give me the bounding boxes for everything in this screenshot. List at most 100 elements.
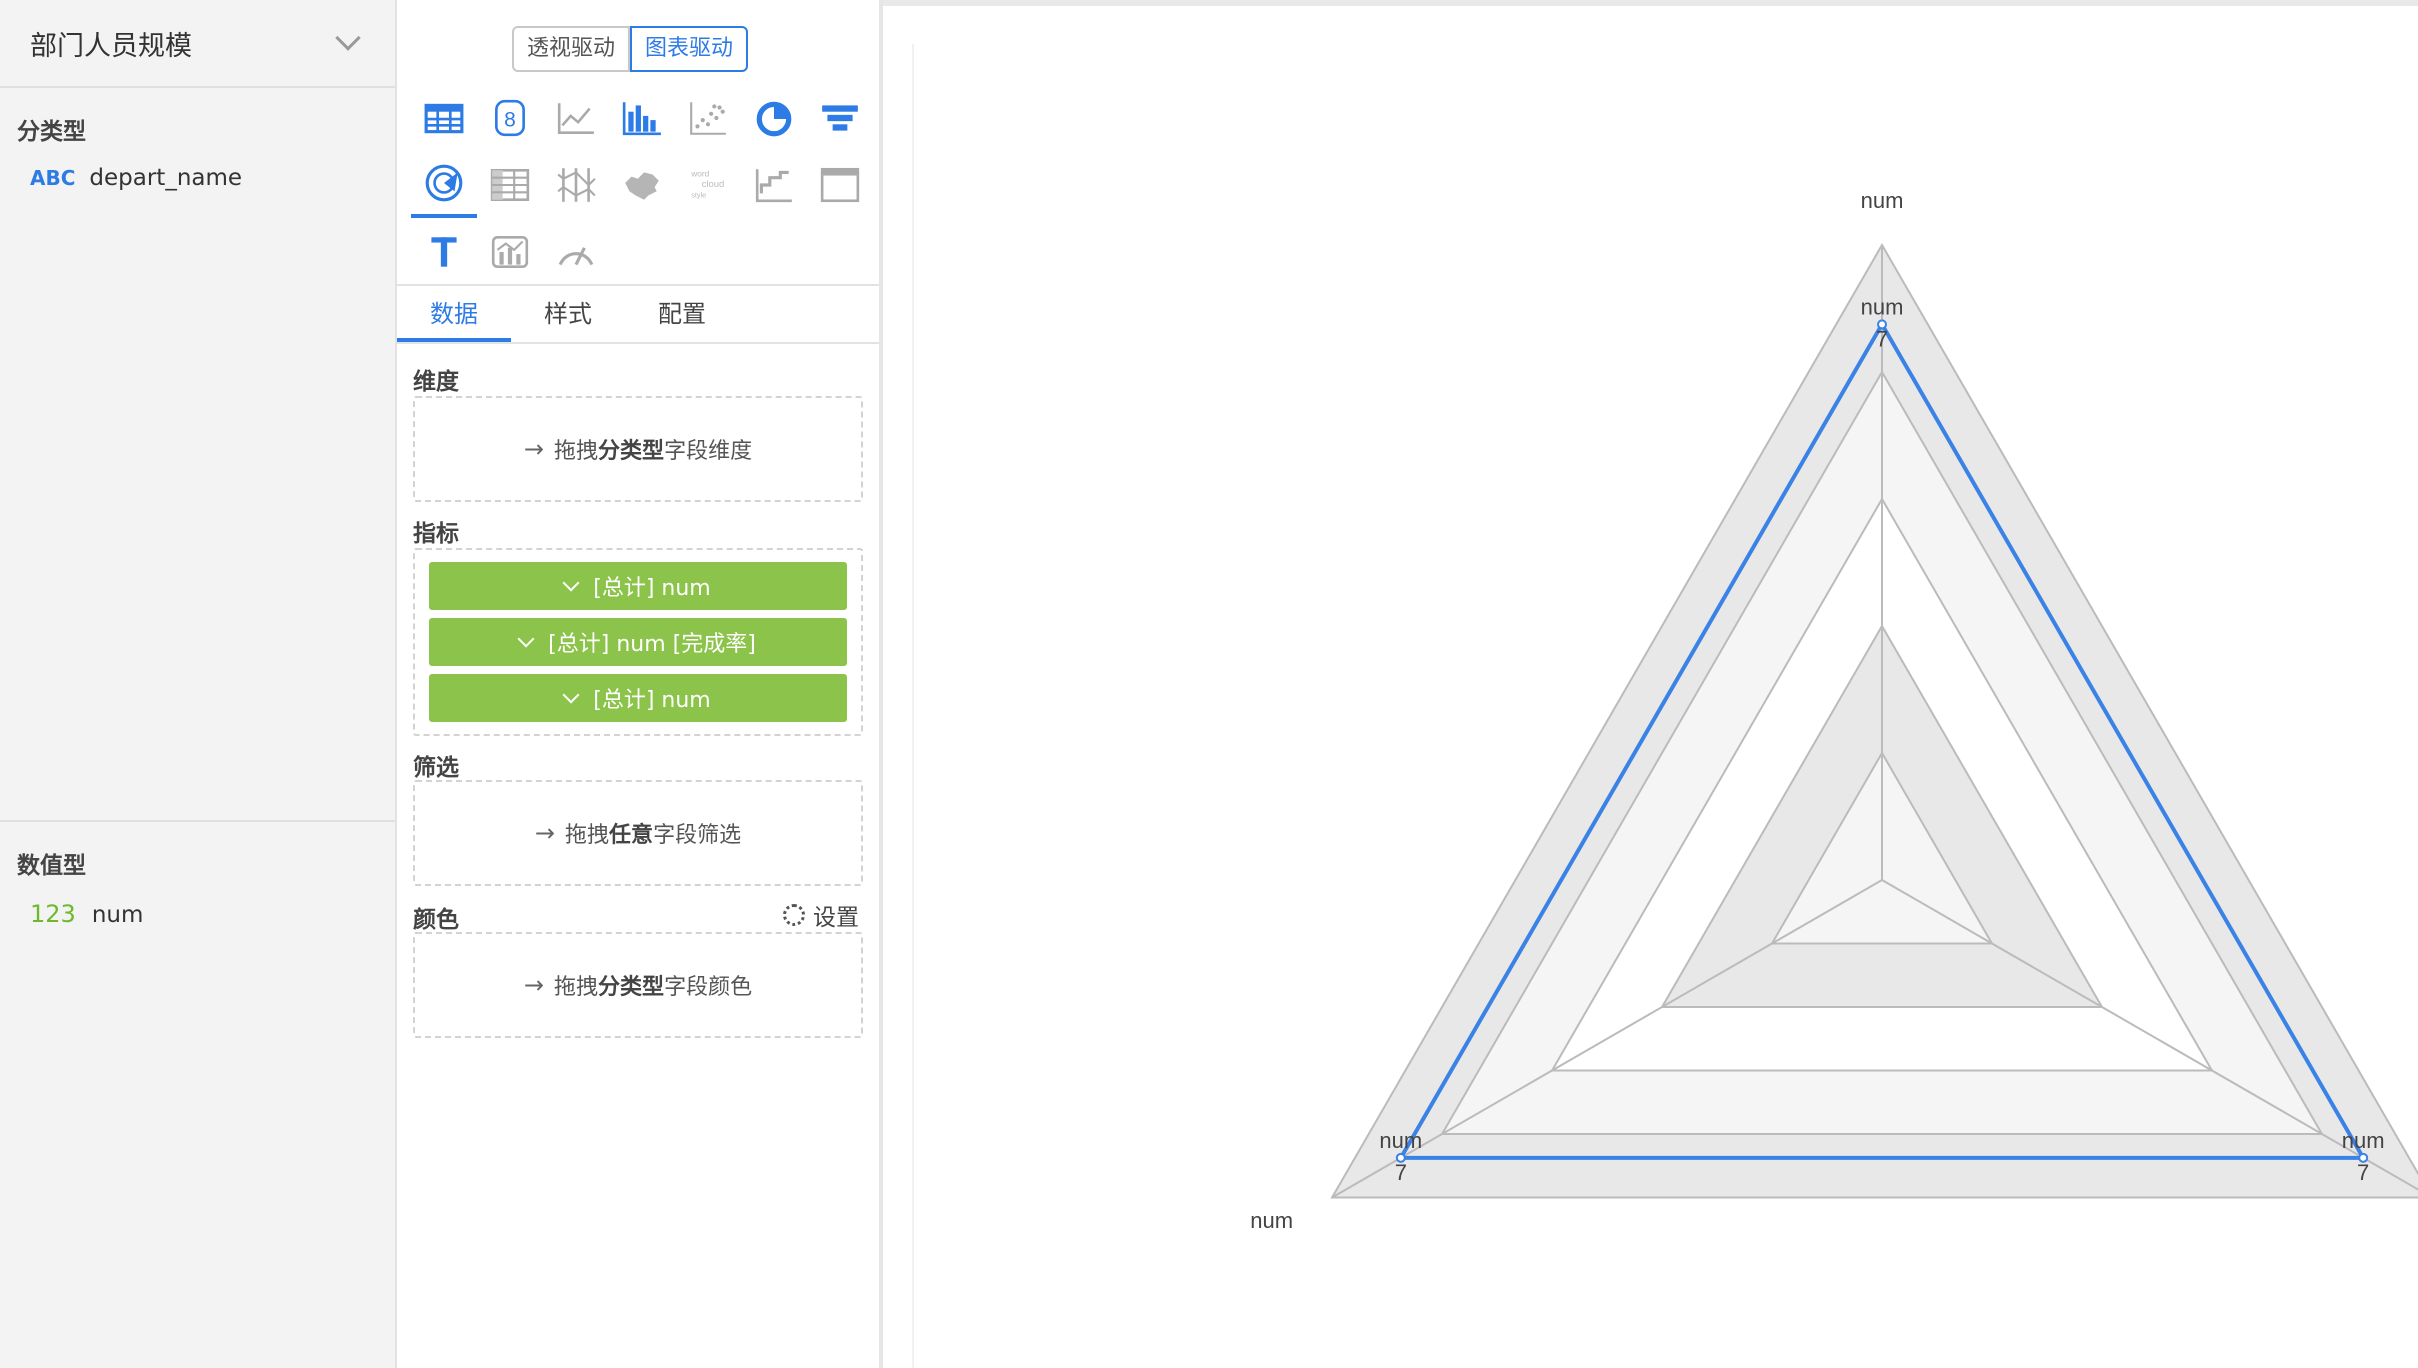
filter-hint-bold: 任意	[609, 823, 654, 848]
color-hint-prefix: 拖拽	[554, 975, 599, 1000]
color-label: 颜色	[413, 907, 459, 933]
frame-icon[interactable]	[807, 151, 873, 218]
pivot-mode-button[interactable]: 透视驱动	[512, 26, 631, 72]
dimension-label: 维度	[413, 369, 459, 395]
metric-label: 指标	[413, 521, 459, 547]
dataset-selector[interactable]: 部门人员规模	[0, 0, 395, 88]
filter-hint-prefix: 拖拽	[565, 823, 610, 848]
radar-point-label: num	[2342, 1128, 2385, 1153]
text-icon[interactable]	[411, 218, 477, 285]
combo-chart-icon[interactable]	[477, 218, 543, 285]
chevron-down-icon[interactable]	[562, 686, 580, 704]
dimension-hint-prefix: 拖拽	[554, 439, 599, 464]
radar-split-line	[1440, 370, 2324, 1135]
radar-series-point	[1877, 319, 1887, 330]
line-chart-icon[interactable]	[543, 84, 609, 151]
filter-label: 筛选	[413, 755, 459, 781]
chevron-down-icon[interactable]	[517, 630, 535, 648]
metric-pill[interactable]: [总计] num	[429, 562, 847, 610]
svg-text:8: 8	[504, 108, 516, 131]
arrow-right-icon: →	[523, 435, 545, 463]
tab-style[interactable]: 样式	[511, 286, 625, 342]
cross-table-icon[interactable]	[477, 151, 543, 218]
radar-point-label: num	[1379, 1128, 1422, 1153]
chevron-down-icon[interactable]	[562, 574, 580, 592]
field-item-num[interactable]: 123 num	[30, 900, 143, 928]
dimension-hint-suffix: 字段维度	[664, 439, 753, 464]
text-type-icon: ABC	[30, 166, 76, 190]
bar-chart-icon[interactable]	[609, 84, 675, 151]
radar-split-area	[1332, 245, 2418, 1198]
measure-section: 数值型 123 num	[0, 820, 395, 928]
radar-split-area	[1772, 753, 1992, 944]
field-name: depart_name	[89, 165, 243, 191]
config-tabs: 数据 样式 配置	[397, 284, 879, 344]
radar-point-label: num	[1861, 294, 1904, 319]
radar-series-line	[1397, 320, 2367, 1160]
radar-series-point	[1395, 1152, 1406, 1163]
chevron-down-icon[interactable]	[335, 25, 361, 51]
metric-drop-zone: [总计] num [总计] num [完成率] [总计] num	[413, 548, 863, 736]
number-type-icon: 123	[30, 900, 76, 928]
radar-split-line	[1660, 624, 2104, 1008]
radar-axis-line	[1331, 879, 1883, 1199]
color-drop-zone[interactable]: → 拖拽 分类型 字段颜色	[413, 932, 863, 1038]
gear-icon	[783, 904, 805, 926]
dataset-name: 部门人员规模	[30, 30, 192, 62]
radar-value-label: 7	[2357, 1160, 2369, 1185]
color-hint-suffix: 字段颜色	[664, 975, 753, 1000]
gauge-icon[interactable]	[543, 218, 609, 285]
svg-text:word: word	[690, 168, 709, 178]
svg-text:style: style	[691, 190, 706, 199]
top-rule	[883, 0, 2418, 6]
radar-indicator-label: num	[1250, 1208, 1293, 1233]
metric-pill-label: [总计] num	[593, 576, 711, 601]
radar-value-label: 7	[1395, 1160, 1407, 1185]
field-item-depart-name[interactable]: ABC depart_name	[30, 165, 242, 191]
color-settings-label: 设置	[813, 905, 859, 931]
filter-hint-suffix: 字段筛选	[653, 823, 742, 848]
radar-series-point	[2358, 1152, 2369, 1163]
tab-data[interactable]: 数据	[397, 286, 511, 342]
arrow-right-icon: →	[534, 819, 556, 847]
field-name: num	[91, 902, 144, 928]
metric-pill-label: [总计] num [完成率]	[548, 632, 756, 657]
china-map-icon[interactable]	[609, 151, 675, 218]
metric-pill[interactable]: [总计] num	[429, 674, 847, 722]
radar-chart-icon[interactable]	[411, 151, 477, 218]
dimension-drop-zone[interactable]: → 拖拽 分类型 字段维度	[413, 396, 863, 502]
config-panel: 透视驱动 图表驱动 8 word cloud style 数据 样式 配置 维度…	[397, 0, 883, 1368]
metric-pill[interactable]: [总计] num [完成率]	[429, 618, 847, 666]
table-icon[interactable]	[411, 84, 477, 151]
radar-split-line	[1770, 751, 1994, 945]
radar-indicator-label: num	[1861, 188, 1904, 213]
color-hint-bold: 分类型	[598, 975, 665, 1000]
word-cloud-icon[interactable]: word cloud style	[675, 151, 741, 218]
field-panel: 部门人员规模 分类型 ABC depart_name 数值型 123 num	[0, 0, 397, 1368]
radar-split-area	[1662, 626, 2102, 1007]
dimension-section-title: 分类型	[17, 119, 86, 145]
radar-axis-line	[1881, 879, 2418, 1191]
pie-chart-icon[interactable]	[741, 84, 807, 151]
radar-split-area	[1442, 372, 2322, 1134]
color-settings-button[interactable]: 设置	[783, 898, 859, 932]
chart-mode-button[interactable]: 图表驱动	[630, 26, 749, 72]
number-card-icon[interactable]: 8	[477, 84, 543, 151]
parallel-icon[interactable]	[543, 151, 609, 218]
chart-type-picker: 8 word cloud style	[411, 84, 873, 285]
arrow-right-icon: →	[523, 971, 545, 999]
measure-section-title: 数值型	[17, 853, 86, 879]
chart-divider	[912, 44, 914, 1368]
radar-value-label: 7	[1876, 326, 1888, 351]
metric-pill-label: [总计] num	[593, 688, 711, 713]
mode-switch: 透视驱动 图表驱动	[512, 26, 749, 72]
tab-config[interactable]: 配置	[625, 286, 739, 342]
filter-drop-zone[interactable]: → 拖拽 任意 字段筛选	[413, 780, 863, 886]
scatter-chart-icon[interactable]	[675, 84, 741, 151]
dimension-hint-bold: 分类型	[598, 439, 665, 464]
radar-split-area	[1552, 499, 2212, 1071]
step-chart-icon[interactable]	[741, 151, 807, 218]
funnel-chart-icon[interactable]	[807, 84, 873, 151]
svg-text:cloud: cloud	[702, 179, 725, 190]
radar-split-line	[1330, 242, 2418, 1199]
